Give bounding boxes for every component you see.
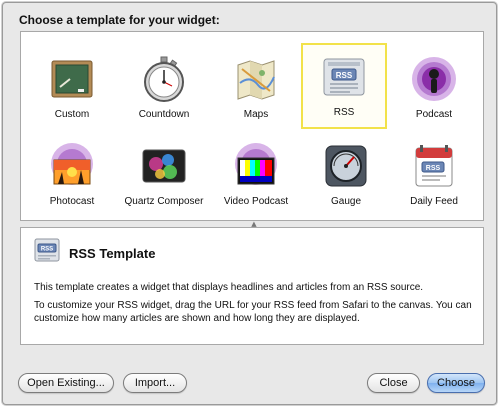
template-label: Quartz Composer [124, 196, 204, 207]
stopwatch-icon [140, 55, 188, 103]
template-gauge[interactable]: Gauge [303, 132, 389, 218]
template-description-instructions: To customize your RSS widget, drag the U… [34, 300, 472, 324]
template-label: Countdown [138, 109, 190, 120]
template-description-title: RSS Template [69, 246, 156, 261]
template-grid: Custom Countdown Maps RSS RSS Podcast Ph… [20, 31, 484, 221]
svg-text:RSS: RSS [336, 71, 353, 80]
template-custom[interactable]: Custom [29, 45, 115, 131]
calendar-rss-icon: RSS [410, 142, 458, 190]
template-label: Daily Feed [410, 196, 458, 207]
open-existing-button[interactable]: Open Existing... [18, 373, 114, 393]
template-quartz-composer[interactable]: Quartz Composer [121, 132, 207, 218]
choose-button[interactable]: Choose [427, 373, 485, 393]
template-label: Video Podcast [223, 196, 289, 207]
template-label: Photocast [49, 196, 95, 207]
template-description-text: This template creates a widget that disp… [34, 282, 424, 293]
template-video-podcast[interactable]: Video Podcast [213, 132, 299, 218]
template-label: RSS [333, 107, 355, 118]
template-description-panel: RSS RSS Template This template creates a… [20, 227, 484, 345]
template-photocast[interactable]: Photocast [29, 132, 115, 218]
template-maps[interactable]: Maps [213, 45, 299, 131]
rss-icon: RSS [320, 53, 368, 101]
close-button[interactable]: Close [367, 373, 420, 393]
podcast-icon [410, 55, 458, 103]
template-label: Custom [54, 109, 90, 120]
template-label: Podcast [415, 109, 453, 120]
dialog-title: Choose a template for your widget: [19, 13, 220, 27]
template-rss[interactable]: RSS RSS [301, 43, 387, 129]
quartz-composer-icon [140, 142, 188, 190]
photocast-icon [48, 142, 96, 190]
map-icon [232, 55, 280, 103]
template-label: Gauge [330, 196, 362, 207]
rss-icon: RSS [34, 237, 60, 263]
svg-text:RSS: RSS [426, 165, 441, 172]
gauge-icon [322, 142, 370, 190]
import-button[interactable]: Import... [123, 373, 187, 393]
template-label: Maps [243, 109, 269, 120]
custom-chalkboard-icon [48, 55, 96, 103]
template-chooser-dialog: Choose a template for your widget: Custo… [2, 2, 497, 405]
template-countdown[interactable]: Countdown [121, 45, 207, 131]
video-podcast-icon [232, 142, 280, 190]
template-daily-feed[interactable]: RSS Daily Feed [391, 132, 477, 218]
rss-icon-text: RSS [41, 247, 53, 253]
template-podcast[interactable]: Podcast [391, 45, 477, 131]
